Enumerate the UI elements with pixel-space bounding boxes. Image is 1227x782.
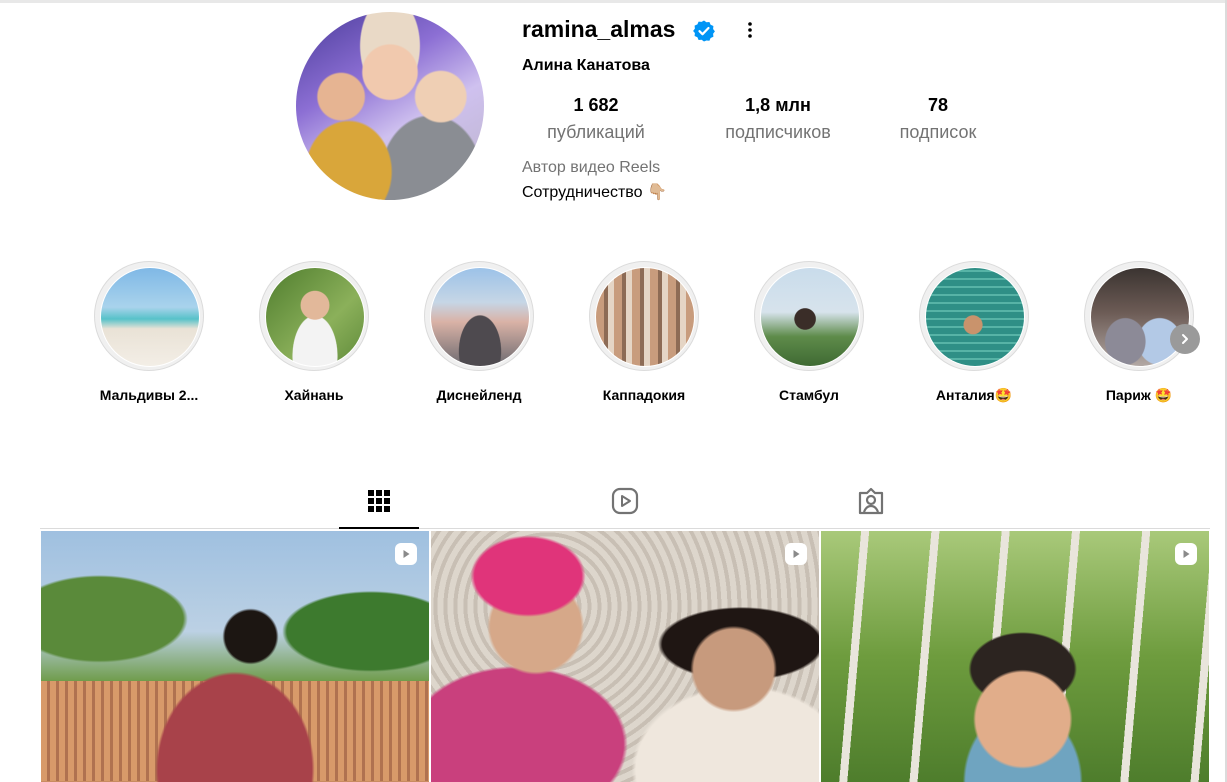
stat-following[interactable]: 78 подписок (890, 95, 986, 143)
highlight-ring (589, 261, 699, 371)
stat-following-label: подписок (899, 122, 977, 142)
tabs-divider (40, 528, 1210, 529)
highlight-label: Хайнань (284, 387, 344, 403)
reel-icon (785, 543, 807, 565)
stat-posts-label: публикаций (547, 122, 645, 142)
active-tab-indicator (339, 527, 419, 529)
reels-icon (611, 487, 639, 515)
stat-following-value: 78 (927, 95, 949, 115)
profile-bio: Сотрудничество 👇🏼 (522, 184, 667, 201)
profile-avatar[interactable] (296, 12, 484, 200)
highlight-ring (1084, 261, 1194, 371)
top-divider (0, 0, 1227, 3)
reel-icon (395, 543, 417, 565)
tagged-icon (858, 487, 884, 515)
stat-followers-label: подписчиков (725, 122, 831, 142)
profile-username: ramina_almas (522, 16, 676, 42)
verified-badge-icon (692, 19, 716, 43)
highlight-item[interactable]: Диснейленд (423, 261, 535, 403)
highlight-label: Диснейленд (436, 387, 522, 403)
stat-followers[interactable]: 1,8 млн подписчиков (714, 95, 842, 143)
profile-full-name: Алина Канатова (522, 57, 650, 74)
post-thumbnail[interactable] (821, 531, 1209, 782)
highlight-label: Каппадокия (602, 387, 686, 403)
highlight-label: Стамбул (779, 387, 839, 403)
reel-icon (1175, 543, 1197, 565)
tab-tagged[interactable] (826, 486, 916, 516)
highlight-ring (94, 261, 204, 371)
tab-posts[interactable] (334, 486, 424, 516)
profile-category: Автор видео Reels (522, 159, 661, 176)
highlight-ring (919, 261, 1029, 371)
highlight-label: Анталия🤩 (935, 387, 1013, 403)
highlight-item[interactable]: Мальдивы 2... (93, 261, 205, 403)
highlight-item[interactable]: Стамбул (753, 261, 865, 403)
highlight-ring (754, 261, 864, 371)
tab-reels[interactable] (580, 486, 670, 516)
stat-posts: 1 682 публикаций (540, 95, 652, 143)
more-options-button[interactable] (738, 18, 762, 42)
highlight-label: Париж 🤩 (1105, 387, 1173, 403)
highlight-label: Мальдивы 2... (99, 387, 199, 403)
highlight-item[interactable]: Каппадокия (588, 261, 700, 403)
highlight-item[interactable]: Анталия🤩 (918, 261, 1030, 404)
post-thumbnail[interactable] (431, 531, 819, 782)
stat-followers-value: 1,8 млн (745, 95, 811, 115)
chevron-right-icon (1182, 334, 1188, 344)
post-thumbnail[interactable] (41, 531, 429, 782)
highlight-ring (259, 261, 369, 371)
highlights-next-button[interactable] (1170, 324, 1200, 354)
stat-posts-value: 1 682 (573, 95, 619, 115)
grid-icon (368, 490, 390, 512)
highlight-item[interactable]: Хайнань (258, 261, 370, 403)
more-dots-icon (748, 22, 752, 38)
highlight-ring (424, 261, 534, 371)
